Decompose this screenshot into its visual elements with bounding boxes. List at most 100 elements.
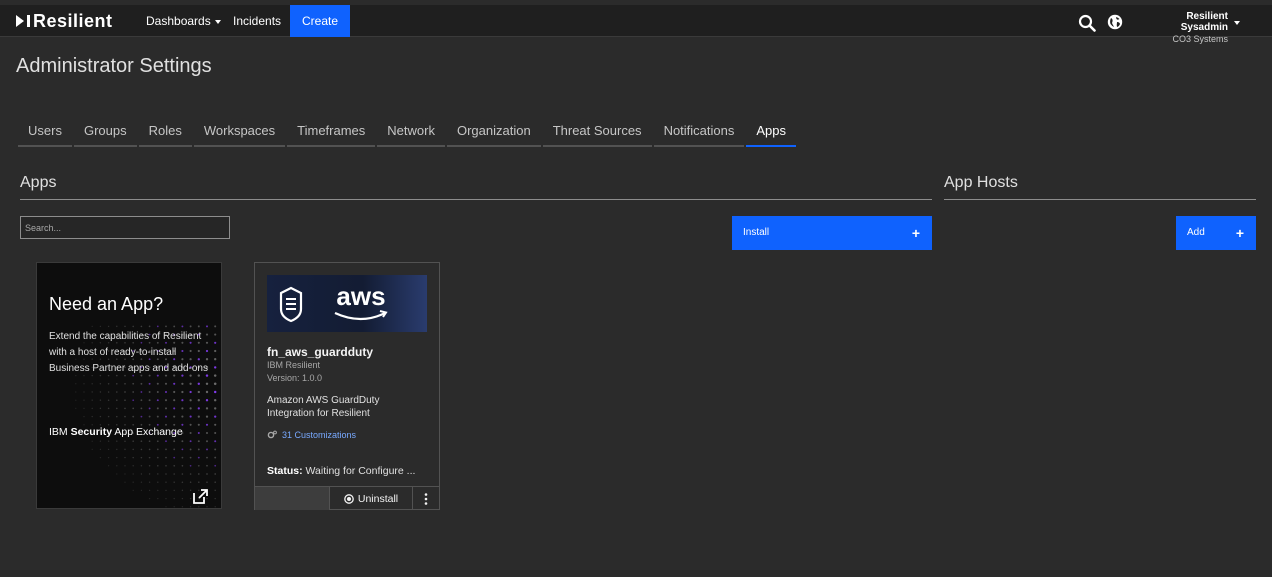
app-card[interactable]: aws fn_aws_guardduty IBM Resilient Versi… [254, 262, 440, 510]
pattern-dot [173, 407, 176, 410]
pattern-dot [206, 481, 208, 483]
gear-icon [267, 430, 277, 439]
pattern-dot [91, 415, 93, 418]
pattern-dot [140, 481, 143, 483]
pattern-dot [116, 465, 118, 467]
pattern-dot [107, 456, 110, 459]
app-exchange-promo-card[interactable]: Need an App? Extend the capabilities of … [36, 262, 222, 509]
nav-incidents[interactable]: Incidents [233, 5, 281, 37]
pattern-dot [132, 415, 135, 418]
tab-network[interactable]: Network [377, 118, 445, 147]
pattern-dot [165, 465, 167, 467]
pattern-dot [140, 407, 143, 410]
tab-timeframes[interactable]: Timeframes [287, 118, 376, 147]
pattern-dot [132, 325, 134, 328]
pattern-dot [213, 374, 217, 377]
customizations-link[interactable]: 31 Customizations [267, 430, 356, 440]
pattern-dot [91, 325, 93, 328]
pattern-dot [189, 415, 192, 418]
pattern-dot [115, 382, 118, 385]
pattern-dot [75, 383, 77, 385]
pattern-dot [189, 440, 192, 443]
tab-organization[interactable]: Organization [446, 118, 541, 147]
tab-users[interactable]: Users [18, 118, 72, 147]
tab-roles[interactable]: Roles [138, 118, 192, 147]
pattern-dot [124, 391, 126, 393]
pattern-dot [156, 448, 159, 451]
pattern-dot [132, 440, 134, 442]
pattern-dot [197, 325, 200, 328]
pattern-dot [99, 383, 102, 385]
overflow-menu-icon[interactable] [413, 487, 439, 510]
external-link-icon[interactable] [192, 488, 209, 505]
pattern-dot [181, 390, 184, 394]
pattern-dot [181, 489, 184, 492]
pattern-dot [148, 415, 151, 418]
pattern-dot [107, 407, 110, 410]
pattern-dot [197, 448, 200, 451]
search-icon[interactable] [1078, 14, 1096, 32]
pattern-dot [116, 407, 118, 410]
pattern-dot [173, 325, 176, 328]
pattern-dot [99, 456, 102, 459]
pattern-dot [132, 489, 134, 492]
pattern-dot [148, 448, 151, 451]
pattern-dot [132, 456, 134, 459]
resilient-logo[interactable]: Resilient [16, 11, 113, 31]
pattern-dot [91, 407, 93, 410]
create-button[interactable]: Create [290, 5, 350, 37]
pattern-dot [116, 456, 118, 459]
pattern-dot [156, 391, 159, 393]
pattern-dot [206, 448, 208, 451]
pattern-dot [214, 358, 217, 361]
user-org: CO3 Systems [1172, 34, 1228, 44]
pattern-dot [83, 391, 85, 393]
pattern-dot [99, 399, 102, 401]
pattern-dot [181, 448, 184, 451]
pattern-dot [214, 440, 217, 443]
pattern-dot [165, 415, 167, 418]
globe-icon[interactable] [1107, 14, 1123, 30]
nav-dashboards[interactable]: Dashboards [146, 5, 221, 37]
apps-search-input[interactable] [20, 216, 230, 239]
app-card-footer-spacer [255, 487, 329, 510]
tab-threat-sources[interactable]: Threat Sources [542, 118, 652, 147]
pattern-dot [173, 415, 176, 418]
pattern-dot [132, 407, 135, 410]
pattern-dot [197, 399, 200, 402]
pattern-dot [205, 325, 209, 328]
tab-workspaces[interactable]: Workspaces [193, 118, 286, 147]
pattern-dot [132, 465, 134, 467]
pattern-dot [140, 391, 143, 393]
pattern-dot [206, 464, 208, 467]
tab-notifications[interactable]: Notifications [653, 118, 745, 147]
pattern-dot [157, 465, 159, 467]
pattern-dot [164, 382, 168, 385]
pattern-dot [173, 489, 175, 492]
pattern-dot [148, 473, 151, 475]
add-host-button[interactable]: Add + [1176, 216, 1256, 250]
pattern-dot [116, 325, 118, 328]
pattern-dot [132, 473, 134, 475]
user-menu[interactable]: Resilient Sysadmin CO3 Systems [1139, 11, 1228, 45]
install-button[interactable]: Install + [732, 216, 932, 250]
pattern-dot [132, 399, 135, 402]
pattern-dot [164, 407, 168, 410]
tab-apps[interactable]: Apps [746, 118, 797, 147]
pattern-dot [197, 423, 200, 426]
user-chevron-down-icon[interactable] [1234, 21, 1240, 25]
uninstall-button[interactable]: Uninstall [329, 487, 413, 510]
pattern-dot [132, 448, 134, 451]
pattern-dot [213, 382, 217, 386]
pattern-dot [189, 390, 192, 394]
pattern-dot [181, 481, 184, 483]
pattern-dot [181, 415, 184, 418]
tab-groups[interactable]: Groups [73, 118, 137, 147]
app-card-footer: Uninstall [255, 486, 439, 510]
app-exchange-label: IBM Security App Exchange [49, 426, 183, 438]
pattern-dot [206, 456, 208, 459]
pattern-dot [181, 506, 184, 508]
pattern-dot [214, 333, 217, 336]
logo-mark-icon [16, 15, 24, 27]
pattern-dot [214, 497, 216, 500]
